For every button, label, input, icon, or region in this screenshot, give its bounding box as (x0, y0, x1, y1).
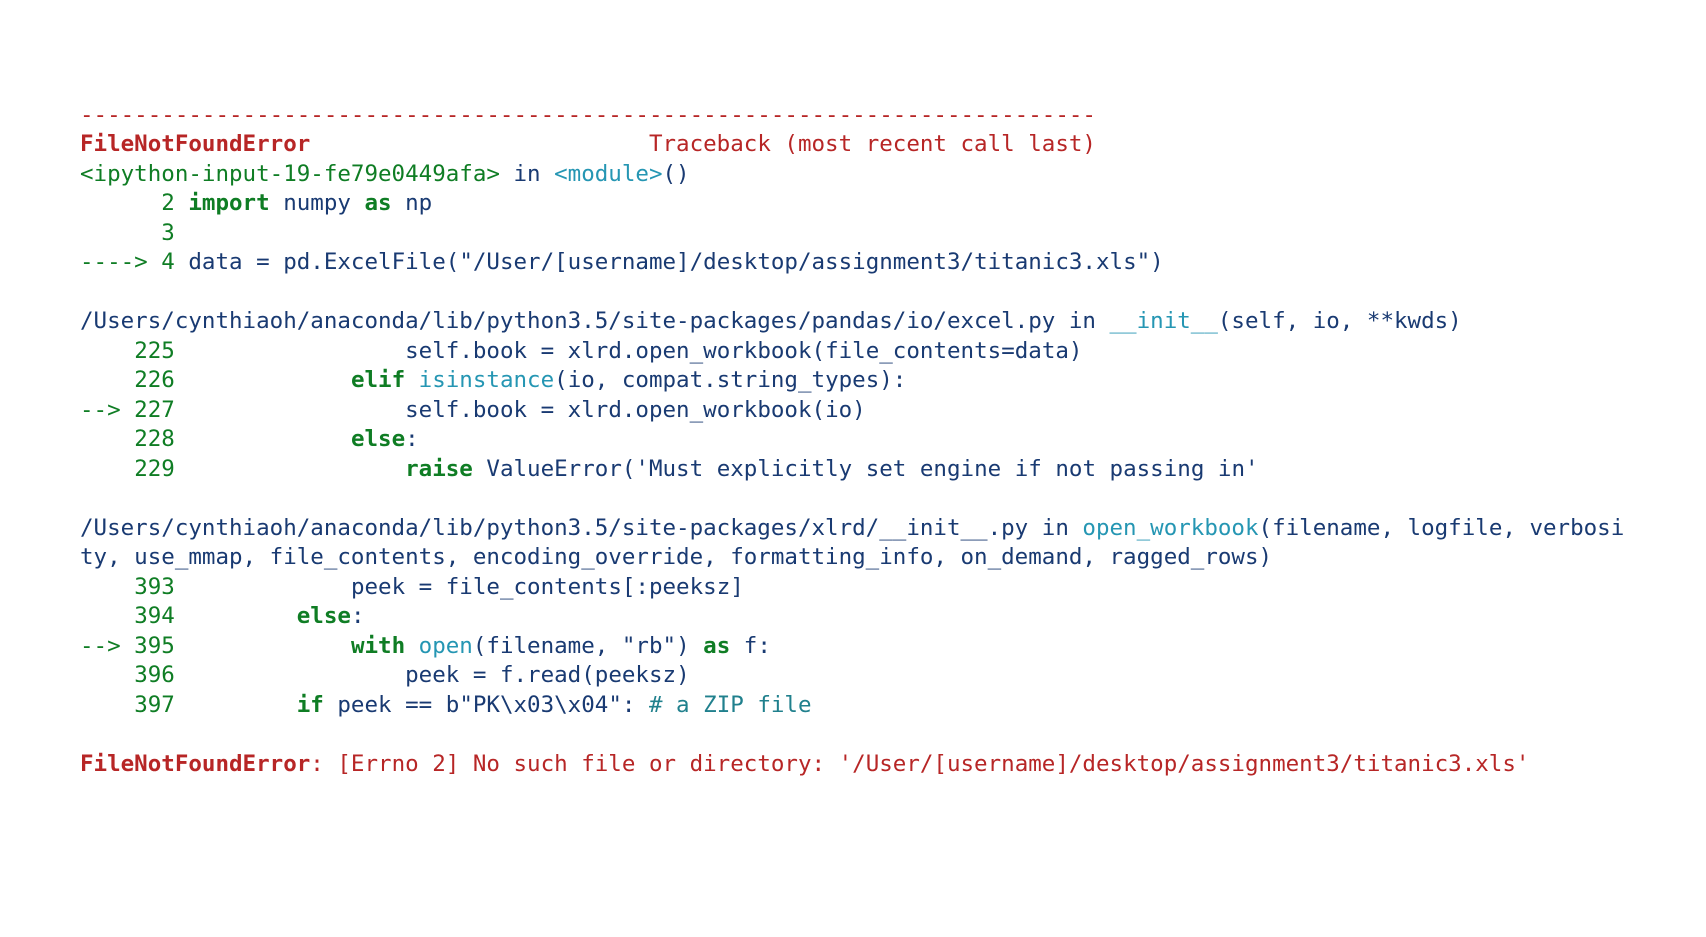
lineno: 394 (80, 603, 188, 629)
traceback-label: Traceback (most recent call last) (649, 131, 1096, 157)
cell-id: <ipython-input-19-fe79e0449afa> (80, 161, 500, 187)
divider: ----------------------------------------… (80, 102, 1096, 128)
kw-import: import (188, 190, 269, 216)
kw-if: if (297, 692, 324, 718)
func-open-workbook: open_workbook (1082, 515, 1258, 541)
traceback-output: ----------------------------------------… (80, 101, 1626, 780)
lineno: 229 (80, 456, 188, 482)
kw-as: as (364, 190, 391, 216)
valueerror: ValueError (486, 456, 621, 482)
comment: # a ZIP file (649, 692, 812, 718)
lineno: 397 (80, 692, 188, 718)
lineno: 3 (80, 220, 188, 246)
lineno: 2 (80, 190, 188, 216)
arrow-line: ----> 4 (80, 249, 188, 275)
func-module: <module> (554, 161, 662, 187)
lineno: 228 (80, 426, 188, 452)
kw-else: else (351, 426, 405, 452)
sig: (self, io, **kwds) (1218, 308, 1462, 334)
lineno: 393 (80, 574, 188, 600)
arrow-line: --> 395 (80, 633, 188, 659)
lineno: 226 (80, 367, 188, 393)
source-path: /Users/cynthiaoh/anaconda/lib/python3.5/… (80, 515, 1028, 541)
lineno: 225 (80, 338, 188, 364)
arrow-line: --> 227 (80, 397, 188, 423)
builtin-isinstance: isinstance (419, 367, 554, 393)
kw-with: with (351, 633, 405, 659)
in-sep: in (500, 161, 554, 187)
mod-numpy: numpy (283, 190, 351, 216)
kw-as: as (703, 633, 730, 659)
spacer (310, 131, 649, 157)
lineno: 396 (80, 662, 188, 688)
sig: () (663, 161, 690, 187)
kw-else: else (297, 603, 351, 629)
final-message: : [Errno 2] No such file or directory: '… (310, 751, 1529, 777)
kw-raise: raise (405, 456, 473, 482)
final-exception: FileNotFoundError (80, 751, 310, 777)
exception-class: FileNotFoundError (80, 131, 310, 157)
mod-np: np (405, 190, 432, 216)
source-path: /Users/cynthiaoh/anaconda/lib/python3.5/… (80, 308, 1055, 334)
func-init: __init__ (1110, 308, 1218, 334)
kw-elif: elif (351, 367, 405, 393)
builtin-open: open (419, 633, 473, 659)
